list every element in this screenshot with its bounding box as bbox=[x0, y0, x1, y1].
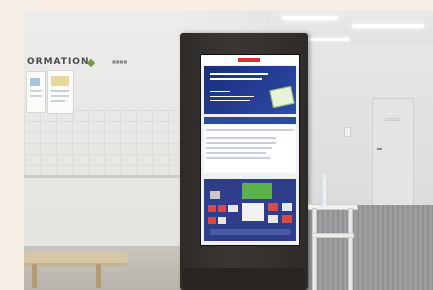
screen-floor-map bbox=[204, 179, 296, 241]
bench-leg bbox=[32, 264, 37, 288]
poster-graphic bbox=[51, 76, 69, 86]
information-wall-sign: ORMATION bbox=[27, 57, 90, 67]
bench-leg bbox=[96, 264, 101, 288]
ceiling-light bbox=[282, 16, 338, 20]
banner-text-line bbox=[210, 78, 262, 80]
table-leg bbox=[348, 208, 353, 290]
wall-poster bbox=[47, 70, 74, 114]
table-row bbox=[206, 129, 294, 131]
door-handle bbox=[377, 148, 382, 150]
poster-graphic bbox=[30, 78, 40, 86]
table-row bbox=[206, 142, 276, 144]
map-area bbox=[208, 205, 216, 212]
table-row bbox=[206, 137, 276, 139]
map-area bbox=[268, 203, 278, 211]
poster-text-line bbox=[51, 100, 65, 102]
banner-text-line bbox=[210, 91, 230, 92]
photo-border-top bbox=[0, 0, 433, 10]
table-shelf bbox=[312, 233, 354, 238]
map-area bbox=[228, 205, 238, 212]
screen-logo bbox=[238, 58, 260, 62]
map-area bbox=[282, 203, 292, 211]
poster-text-line bbox=[51, 95, 69, 97]
door bbox=[372, 98, 414, 208]
poster-text-line bbox=[30, 95, 42, 97]
door-plate: ▭▭▭ bbox=[385, 117, 400, 123]
screen-schedule-table bbox=[204, 125, 296, 173]
map-area bbox=[218, 205, 226, 212]
banner-text-line bbox=[210, 96, 254, 97]
table-row bbox=[206, 157, 270, 159]
wall-switch bbox=[344, 127, 351, 137]
map-area bbox=[242, 203, 264, 221]
sanitizer-bottle bbox=[321, 178, 328, 206]
wall-panel-grid bbox=[24, 110, 184, 175]
map-area bbox=[282, 215, 292, 223]
map-area bbox=[218, 217, 226, 224]
banner-text-line bbox=[210, 100, 250, 101]
bench bbox=[24, 252, 128, 266]
map-corridor bbox=[210, 229, 290, 235]
wall-sign-subtext: ■■■■ bbox=[112, 59, 128, 64]
banner-text-line bbox=[210, 73, 268, 75]
wall-divider bbox=[24, 175, 184, 178]
kiosk-screen bbox=[200, 54, 300, 246]
poster-text-line bbox=[30, 90, 42, 92]
map-area bbox=[208, 217, 216, 224]
wall-poster bbox=[26, 71, 46, 113]
table-row bbox=[206, 147, 272, 149]
poster-text-line bbox=[51, 90, 69, 92]
map-area bbox=[210, 191, 220, 199]
table-row bbox=[206, 152, 266, 154]
carpet-floor bbox=[307, 205, 433, 290]
photo-scene: ORMATION ■■■■ ▭▭▭ bbox=[0, 0, 433, 290]
table-leg bbox=[312, 208, 317, 290]
map-area bbox=[242, 183, 272, 199]
photo-border-left bbox=[0, 0, 24, 290]
screen-section-header bbox=[204, 117, 296, 124]
map-area bbox=[268, 215, 278, 223]
kiosk-base bbox=[183, 268, 305, 290]
ceiling-light bbox=[352, 24, 424, 28]
